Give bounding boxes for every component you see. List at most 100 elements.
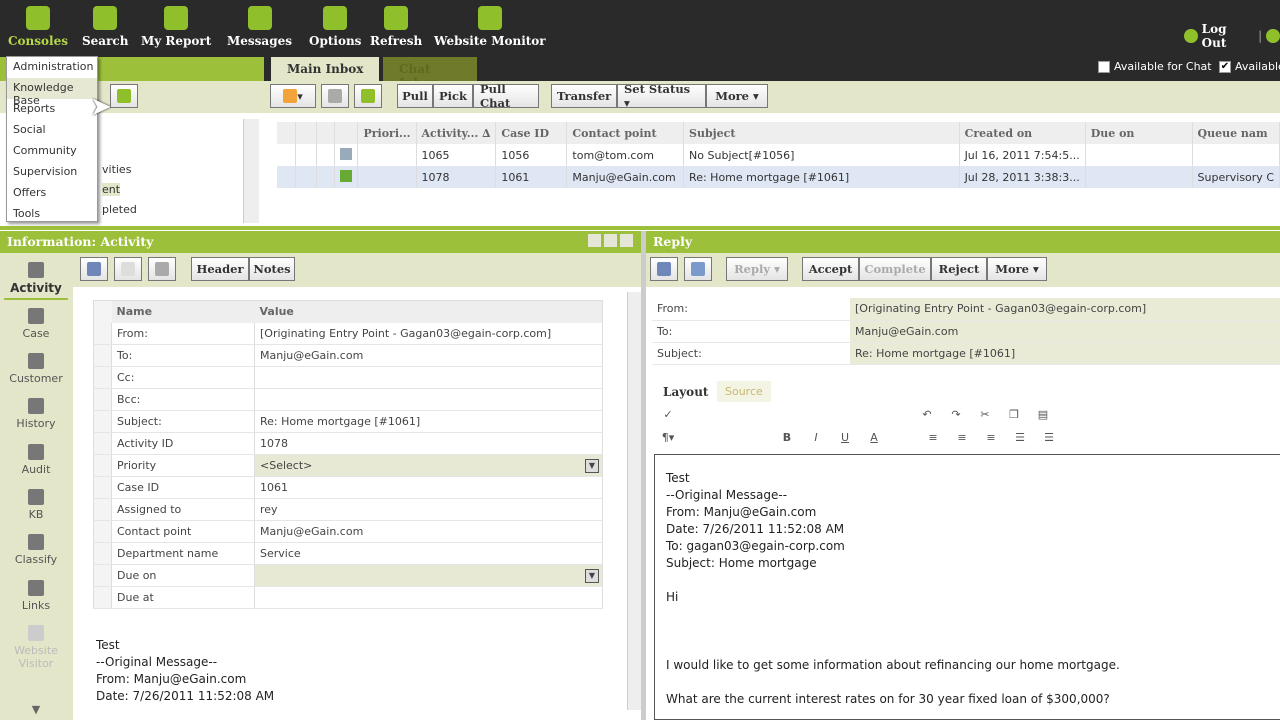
align-left-icon[interactable]: ≡ (925, 431, 941, 447)
paragraph-icon[interactable]: ¶▾ (660, 431, 676, 447)
nav-consoles[interactable]: Consoles (8, 6, 68, 48)
dropdown-arrow-icon[interactable]: ▼ (585, 459, 599, 473)
underline-icon[interactable]: U (837, 431, 853, 447)
side-tab-audit[interactable]: Audit (0, 444, 72, 476)
property-value[interactable]: Re: Home mortgage [#1061] (254, 410, 603, 433)
help-icon[interactable] (1266, 29, 1280, 43)
property-value[interactable]: ▼ (254, 564, 603, 587)
transfer-button[interactable]: Transfer (551, 84, 617, 108)
subject-field[interactable]: Re: Home mortgage [#1061] (850, 342, 1280, 365)
more-button[interactable]: More ▾ (706, 84, 768, 108)
checkbox-checked[interactable]: ✔ (1219, 60, 1231, 73)
menu-item-reports[interactable]: Reports (7, 99, 97, 120)
menu-item-community[interactable]: Community (7, 141, 97, 162)
reply-button[interactable]: Reply ▾ (726, 257, 788, 281)
column-case-id[interactable]: Case ID (495, 122, 568, 144)
property-value[interactable]: <Select> ▼ (254, 454, 603, 477)
property-value[interactable]: 1061 (254, 476, 603, 499)
attach-button[interactable] (114, 257, 142, 281)
attachment-column-icon[interactable] (295, 122, 317, 144)
folder-item[interactable]: vities (102, 163, 131, 176)
property-value[interactable]: [Originating Entry Point - Gagan03@egain… (254, 322, 603, 345)
column-created-on[interactable]: Created on (959, 122, 1086, 144)
more-button[interactable]: More ▾ (987, 257, 1047, 281)
pane-splitter[interactable] (641, 231, 646, 720)
maximize-icon[interactable] (604, 234, 617, 247)
redo-icon[interactable]: ↷ (948, 408, 964, 424)
available-for-chat-checkbox[interactable]: Available for Chat (1098, 60, 1212, 73)
reply-editor[interactable]: Test --Original Message-- From: Manju@eG… (654, 454, 1280, 720)
side-tab-history[interactable]: History (0, 398, 72, 430)
accept-button[interactable]: Accept (802, 257, 859, 281)
property-value[interactable]: Manju@eGain.com (254, 344, 603, 367)
bullet-list-icon[interactable]: ☰ (1041, 431, 1057, 447)
property-value[interactable]: rey (254, 498, 603, 521)
column-priority[interactable]: Priori... (357, 122, 417, 144)
undo-icon[interactable]: ↶ (919, 408, 935, 424)
attach-button[interactable] (684, 257, 712, 281)
pin-column-icon[interactable] (316, 122, 336, 144)
column-activity-id[interactable]: Activity... ∆ (416, 122, 497, 144)
logout-link[interactable]: Log Out | (1184, 22, 1280, 50)
pull-chat-button[interactable]: Pull Chat (473, 82, 539, 110)
tab-layout[interactable]: Layout (655, 381, 717, 403)
side-tab-activity[interactable]: Activity (4, 262, 68, 300)
tab-main-inbox[interactable]: Main Inbox (271, 57, 380, 81)
pull-button[interactable]: Pull (397, 84, 433, 108)
align-center-icon[interactable]: ≡ (954, 431, 970, 447)
to-field[interactable]: Manju@eGain.com (850, 320, 1280, 343)
copy-icon[interactable]: ❐ (1006, 408, 1022, 424)
save-button[interactable] (80, 257, 108, 281)
splitter[interactable] (0, 226, 1280, 230)
cut-icon[interactable]: ✂ (977, 408, 993, 424)
tab-source[interactable]: Source (717, 381, 771, 402)
column-due-on[interactable]: Due on (1085, 122, 1193, 144)
property-value[interactable]: Service (254, 542, 603, 565)
align-right-icon[interactable]: ≡ (983, 431, 999, 447)
folder-item[interactable]: pleted (102, 203, 137, 216)
menu-item-tools[interactable]: Tools (7, 204, 97, 225)
menu-item-offers[interactable]: Offers (7, 183, 97, 204)
side-tab-website-visitor[interactable]: Website Visitor (0, 625, 72, 670)
spellcheck-icon[interactable]: ✓ (660, 408, 676, 424)
side-tab-kb[interactable]: KB (0, 489, 72, 521)
property-value[interactable] (254, 586, 603, 609)
info-scrollbar[interactable] (627, 292, 641, 710)
side-tab-classify[interactable]: Classify (0, 534, 72, 566)
print-button[interactable] (148, 257, 176, 281)
print-button[interactable] (321, 84, 349, 108)
property-value[interactable]: 1078 (254, 432, 603, 455)
complete-button[interactable]: Complete (859, 257, 931, 281)
folder-item-selected[interactable]: ent (102, 183, 121, 196)
folder-scrollbar[interactable] (243, 119, 259, 223)
restore-icon[interactable] (588, 234, 601, 247)
refresh-button[interactable] (354, 84, 382, 108)
nav-website-monitor[interactable]: Website Monitor (434, 6, 546, 48)
scroll-down-icon[interactable]: ▼ (0, 703, 72, 716)
from-field[interactable]: [Originating Entry Point - Gagan03@egain… (850, 298, 1280, 321)
new-activity-button[interactable]: ▾ (270, 84, 316, 108)
side-tab-customer[interactable]: Customer (0, 353, 72, 385)
pick-button[interactable]: Pick (433, 84, 473, 108)
table-row[interactable]: 1065 1056 tom@tom.com No Subject[#1056] Jul … (277, 144, 1280, 166)
nav-search[interactable]: Search (82, 6, 128, 48)
checkbox[interactable] (1098, 60, 1110, 73)
paste-icon[interactable]: ▤ (1035, 408, 1051, 424)
nav-refresh[interactable]: Refresh (370, 6, 422, 48)
numbered-list-icon[interactable]: ☰ (1012, 431, 1028, 447)
property-value[interactable] (254, 388, 603, 411)
available-checkbox[interactable]: ✔ Available (1219, 60, 1280, 73)
font-color-icon[interactable]: A (866, 431, 882, 447)
set-status-button[interactable]: Set Status ▾ (617, 82, 706, 110)
property-value[interactable] (254, 366, 603, 389)
menu-item-knowledge-base[interactable]: Knowledge Base (7, 78, 97, 107)
column-contact-point[interactable]: Contact point (566, 122, 685, 144)
column-subject[interactable]: Subject (683, 122, 960, 144)
column-queue-name[interactable]: Queue nam (1192, 122, 1280, 144)
menu-item-supervision[interactable]: Supervision (7, 162, 97, 183)
tab-chat-inbox[interactable]: Chat Inbox (383, 57, 477, 90)
property-value[interactable]: Manju@eGain.com (254, 520, 603, 543)
bold-icon[interactable]: B (779, 431, 795, 447)
nav-messages[interactable]: Messages (227, 6, 292, 48)
nav-my-report[interactable]: My Report (141, 6, 211, 48)
